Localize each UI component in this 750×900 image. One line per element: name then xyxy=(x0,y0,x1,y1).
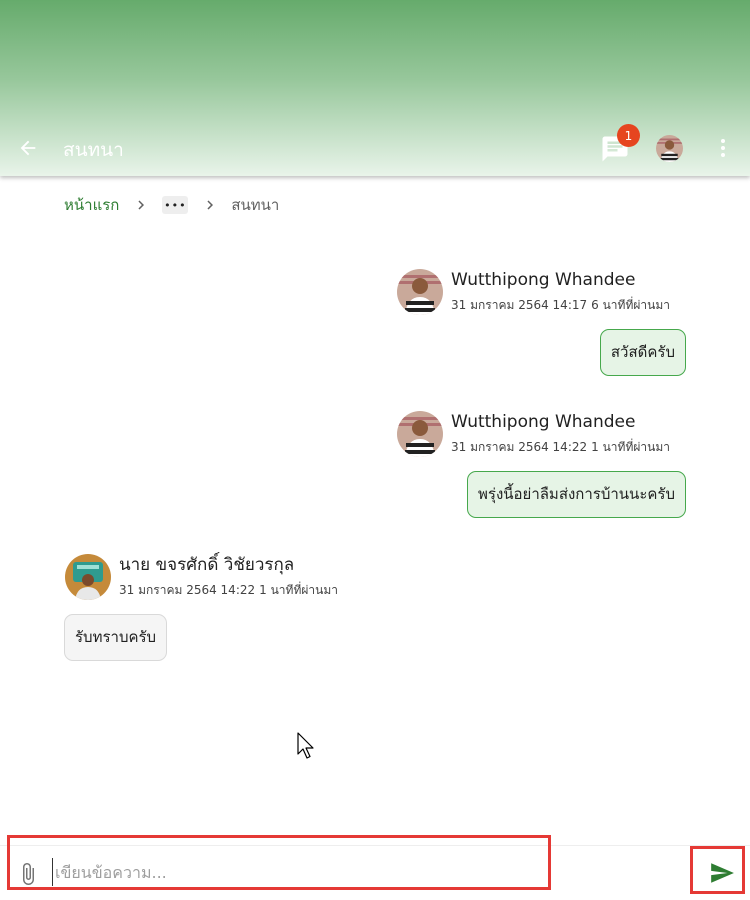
message-timestamp: 31 มกราคม 2564 14:22 1 นาทีที่ผ่านมา xyxy=(451,438,670,457)
message-bubble: รับทราบครับ xyxy=(64,614,168,661)
send-icon xyxy=(711,863,734,883)
breadcrumb-home[interactable]: หน้าแรก xyxy=(64,193,119,217)
mouse-cursor-icon xyxy=(297,732,314,759)
more-vertical-icon xyxy=(721,139,725,157)
breadcrumb: หน้าแรก ••• สนทนา xyxy=(64,193,279,217)
back-button[interactable] xyxy=(14,134,42,162)
send-button[interactable] xyxy=(705,858,739,888)
chevron-right-icon xyxy=(207,200,214,210)
sender-name: Wutthipong Whandee xyxy=(451,270,636,290)
message-date: 31 มกราคม 2564 14:17 xyxy=(451,298,588,312)
page-title: สนทนา xyxy=(63,139,124,161)
attach-button[interactable] xyxy=(16,860,40,888)
message-timestamp: 31 มกราคม 2564 14:17 6 นาทีที่ผ่านมา xyxy=(451,296,670,315)
app-bar: สนทนา 1 xyxy=(0,0,750,176)
sender-avatar-image xyxy=(397,411,443,457)
message-header: นาย ขจรศักดิ์ วิชัยวรกุล 31 มกราคม 2564 … xyxy=(65,554,338,600)
paperclip-icon xyxy=(23,863,34,885)
notification-badge: 1 xyxy=(617,124,640,147)
message-date: 31 มกราคม 2564 14:22 xyxy=(119,583,256,597)
message-date: 31 มกราคม 2564 14:22 xyxy=(451,440,588,454)
message-bubble: สวัสดีครับ xyxy=(599,329,686,376)
message-relative-time: 1 นาทีที่ผ่านมา xyxy=(259,583,338,597)
message-bubble: พรุ่งนี้อย่าลืมส่งการบ้านนะครับ xyxy=(467,471,686,518)
sender-avatar-image xyxy=(397,269,443,315)
message-relative-time: 6 นาทีที่ผ่านมา xyxy=(591,298,670,312)
avatar[interactable] xyxy=(397,269,443,315)
message-header: Wutthipong Whandee 31 มกราคม 2564 14:17 6… xyxy=(397,269,670,315)
breadcrumb-current: สนทนา xyxy=(231,196,280,214)
sender-name: Wutthipong Whandee xyxy=(451,412,636,432)
user-avatar[interactable] xyxy=(656,135,683,162)
arrow-left-icon xyxy=(20,140,36,156)
more-options-button[interactable] xyxy=(712,134,734,162)
breadcrumb-ellipsis[interactable]: ••• xyxy=(162,196,189,214)
avatar[interactable] xyxy=(65,554,111,600)
message-input[interactable] xyxy=(52,858,532,886)
user-avatar-image xyxy=(656,135,683,162)
message-timestamp: 31 มกราคม 2564 14:22 1 นาทีที่ผ่านมา xyxy=(119,581,338,600)
chevron-right-icon xyxy=(138,200,145,210)
avatar[interactable] xyxy=(397,411,443,457)
sender-name: นาย ขจรศักดิ์ วิชัยวรกุล xyxy=(119,555,295,575)
message-header: Wutthipong Whandee 31 มกราคม 2564 14:22 1… xyxy=(397,411,670,457)
message-relative-time: 1 นาทีที่ผ่านมา xyxy=(591,440,670,454)
sender-avatar-image xyxy=(65,554,111,600)
